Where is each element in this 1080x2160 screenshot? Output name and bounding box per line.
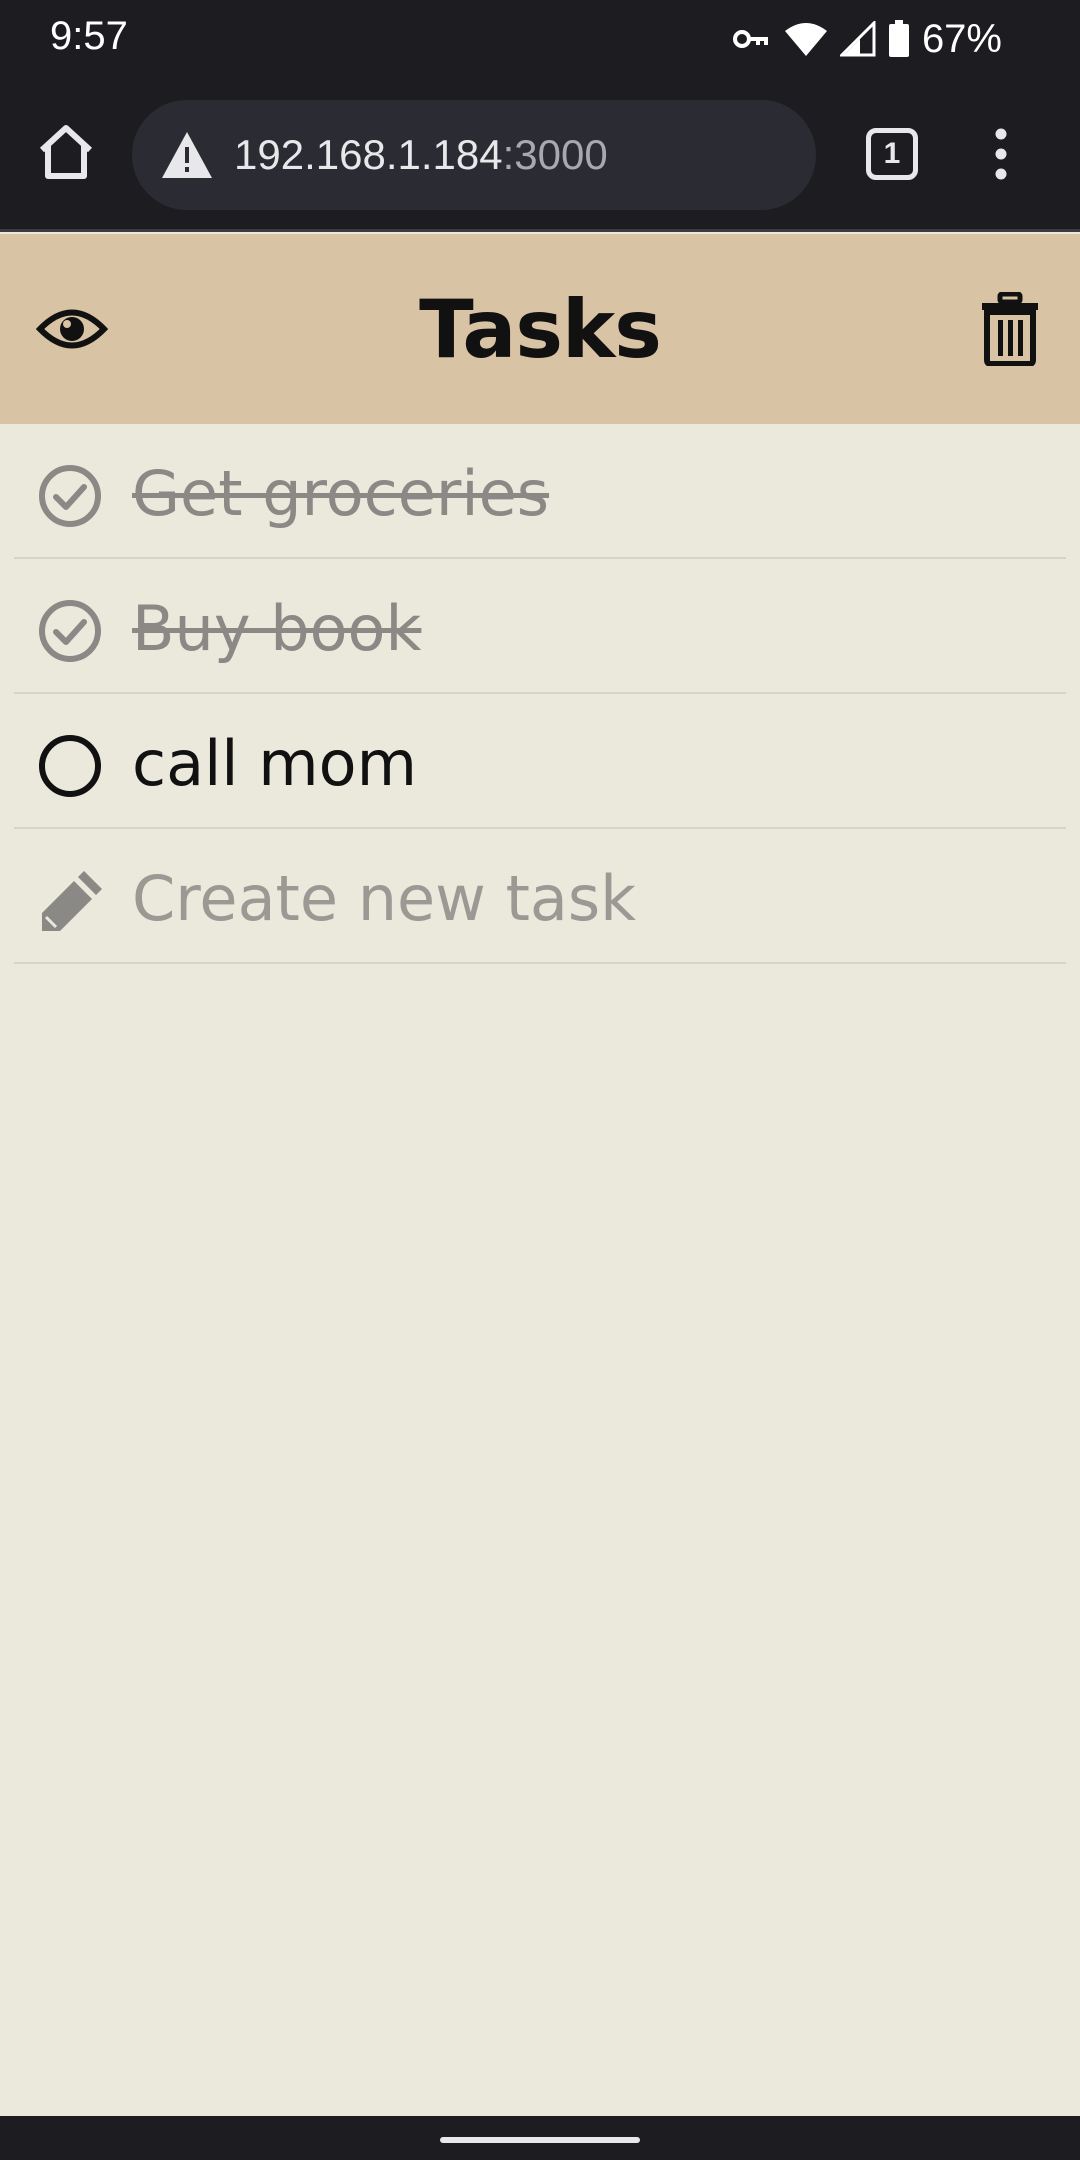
- trash-icon[interactable]: [980, 292, 1040, 366]
- page-title: Tasks: [419, 282, 662, 376]
- tabs-button[interactable]: 1: [866, 128, 918, 180]
- system-nav-bar: [0, 2116, 1080, 2160]
- pencil-icon: [42, 871, 102, 931]
- vpn-key-icon: [732, 30, 768, 48]
- home-gesture-handle[interactable]: [440, 2137, 640, 2143]
- warning-icon[interactable]: [160, 130, 214, 180]
- url-text: 192.168.1.184:3000: [234, 131, 608, 179]
- battery-percent: 67%: [921, 16, 1002, 61]
- task-item[interactable]: Get groceries: [14, 424, 1066, 559]
- task-list: Get groceries Buy book call mom Create n…: [14, 424, 1066, 964]
- task-label: call mom: [132, 727, 417, 800]
- url-port: :3000: [502, 131, 608, 178]
- app-header: Tasks: [0, 234, 1080, 424]
- circle-icon[interactable]: [38, 734, 102, 798]
- task-label: Get groceries: [132, 457, 550, 530]
- battery-icon: [888, 20, 909, 57]
- new-task-row[interactable]: Create new task: [14, 829, 1066, 964]
- url-host: 192.168.1.184: [234, 131, 503, 178]
- status-icons: 67%: [732, 12, 1002, 66]
- new-task-input[interactable]: Create new task: [132, 859, 636, 939]
- browser-toolbar: 192.168.1.184:3000 1: [0, 80, 1080, 232]
- more-vert-icon[interactable]: [986, 124, 1016, 184]
- tab-count: 1: [883, 137, 901, 170]
- home-icon[interactable]: [36, 122, 96, 182]
- check-circle-icon[interactable]: [38, 599, 102, 663]
- status-time: 9:57: [50, 14, 128, 58]
- check-circle-icon[interactable]: [38, 464, 102, 528]
- address-bar[interactable]: 192.168.1.184:3000: [132, 100, 816, 210]
- task-item[interactable]: call mom: [14, 694, 1066, 829]
- task-item[interactable]: Buy book: [14, 559, 1066, 694]
- cell-signal-icon: [839, 21, 876, 57]
- status-bar: 9:57 67%: [0, 0, 1080, 80]
- eye-icon[interactable]: [36, 300, 108, 358]
- wifi-icon: [784, 23, 827, 56]
- task-label: Buy book: [132, 592, 422, 665]
